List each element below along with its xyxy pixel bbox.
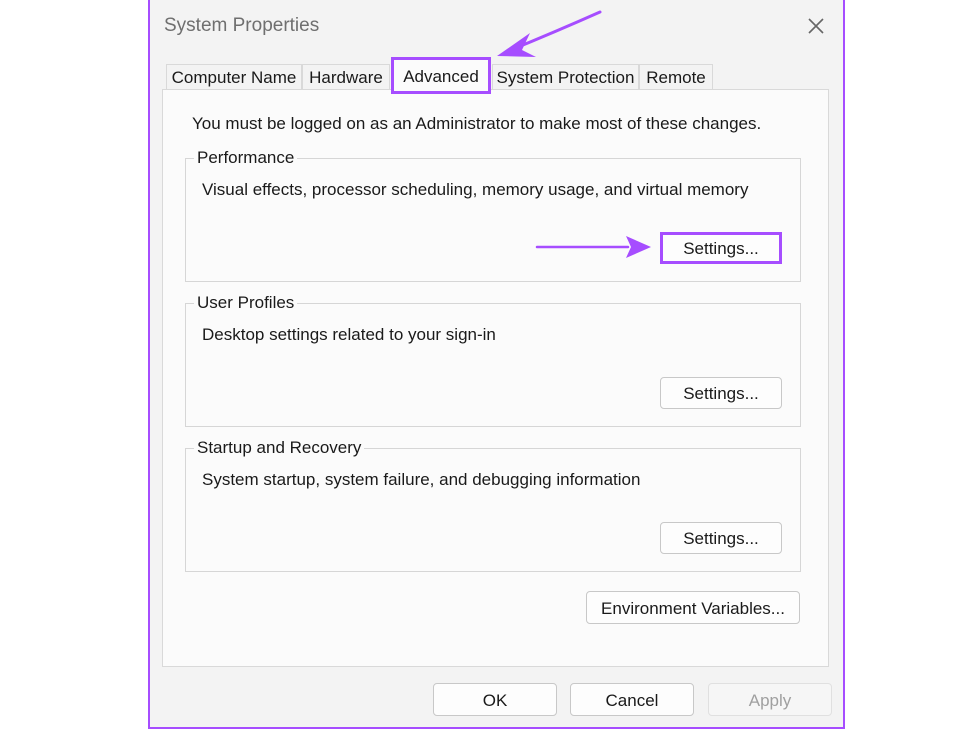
user-profiles-settings-button[interactable]: Settings... bbox=[660, 377, 782, 409]
close-icon bbox=[808, 18, 824, 34]
user-profiles-group: User Profiles Desktop settings related t… bbox=[185, 293, 801, 427]
admin-notice: You must be logged on as an Administrato… bbox=[192, 114, 762, 133]
tab-system-protection[interactable]: System Protection bbox=[492, 64, 639, 90]
performance-label: Performance bbox=[194, 148, 298, 168]
startup-recovery-group: Startup and Recovery System startup, sys… bbox=[185, 438, 801, 572]
user-profiles-label: User Profiles bbox=[194, 293, 298, 313]
startup-recovery-description: System startup, system failure, and debu… bbox=[202, 470, 641, 489]
system-properties-dialog: System Properties Computer Name Hardware… bbox=[148, 0, 845, 729]
apply-button[interactable]: Apply bbox=[708, 683, 832, 716]
user-profiles-description: Desktop settings related to your sign-in bbox=[202, 325, 496, 344]
tab-hardware[interactable]: Hardware bbox=[302, 64, 390, 90]
ok-button[interactable]: OK bbox=[433, 683, 557, 716]
performance-group: Performance Visual effects, processor sc… bbox=[185, 148, 801, 282]
startup-recovery-settings-button[interactable]: Settings... bbox=[660, 522, 782, 554]
tab-computer-name[interactable]: Computer Name bbox=[166, 64, 302, 90]
cancel-button[interactable]: Cancel bbox=[570, 683, 694, 716]
close-button[interactable] bbox=[803, 13, 829, 39]
performance-settings-button[interactable]: Settings... bbox=[660, 232, 782, 264]
environment-variables-button[interactable]: Environment Variables... bbox=[586, 591, 800, 624]
tab-advanced[interactable]: Advanced bbox=[391, 57, 491, 94]
startup-recovery-label: Startup and Recovery bbox=[194, 438, 365, 458]
advanced-tab-panel: You must be logged on as an Administrato… bbox=[162, 89, 829, 667]
title-bar: System Properties bbox=[150, 0, 843, 54]
window-title: System Properties bbox=[164, 15, 320, 36]
tab-remote[interactable]: Remote bbox=[639, 64, 713, 90]
performance-description: Visual effects, processor scheduling, me… bbox=[202, 180, 749, 199]
